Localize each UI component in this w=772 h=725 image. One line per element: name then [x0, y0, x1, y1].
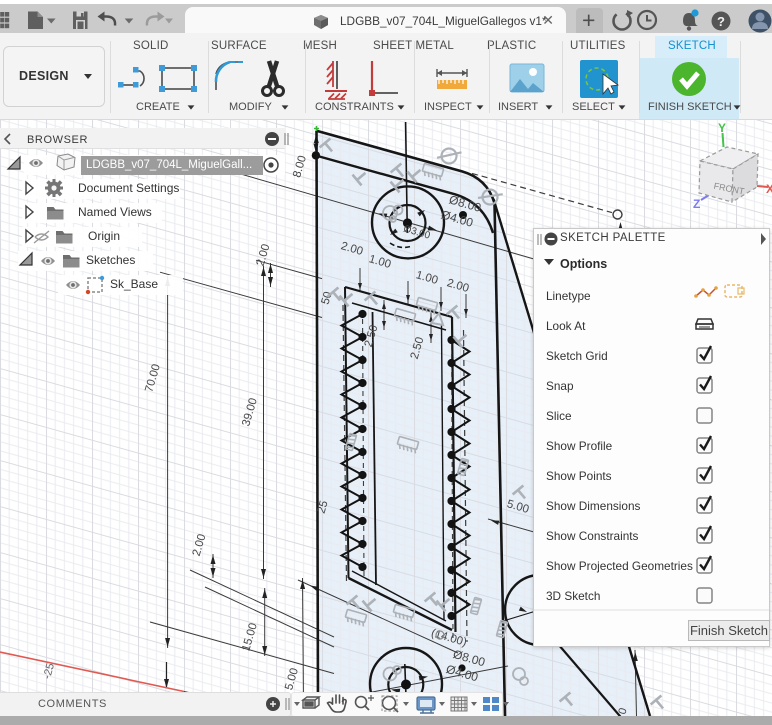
svg-text:Y: Y: [718, 121, 726, 135]
svg-text:?: ?: [717, 14, 725, 29]
svg-text:X: X: [766, 182, 772, 196]
svg-text:BROWSER: BROWSER: [27, 134, 88, 146]
svg-text:Z: Z: [693, 197, 700, 211]
